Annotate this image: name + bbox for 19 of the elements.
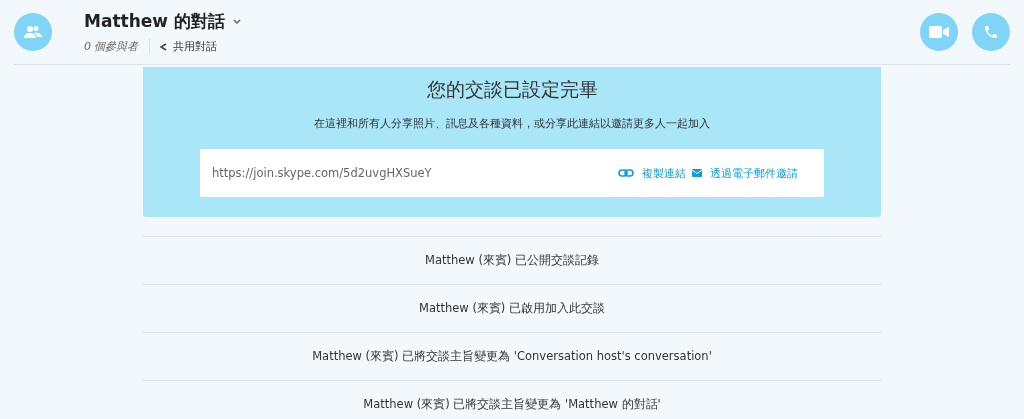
video-camera-icon <box>929 26 949 38</box>
chevron-down-icon <box>232 19 241 24</box>
link-icon <box>618 168 634 178</box>
people-icon <box>24 25 42 39</box>
phone-icon <box>983 24 999 40</box>
participant-count: 0 個參與者 <box>84 39 139 54</box>
banner-title: 您的交談已設定完畢 <box>426 77 598 102</box>
audio-call-button[interactable] <box>972 13 1010 51</box>
event-message: Matthew (來賓) 已公開交談記錄 <box>143 236 881 284</box>
invite-url: https://join.skype.com/5d2uvgHXSueY <box>212 166 433 180</box>
video-call-button[interactable] <box>920 13 958 51</box>
share-conversation-link[interactable]: 共用對話 <box>148 39 217 54</box>
share-icon <box>159 42 167 51</box>
event-message: Matthew (來賓) 已將交談主旨變更為 'Matthew 的對話' <box>143 380 881 419</box>
event-message: Matthew (來賓) 已啟用加入此交談 <box>143 284 881 332</box>
event-message: Matthew (來賓) 已將交談主旨變更為 'Conversation host's conversation' <box>143 332 881 380</box>
conversation-title[interactable]: Matthew 的對話 <box>84 10 920 33</box>
envelope-icon <box>692 169 702 177</box>
banner-description: 在這裡和所有人分享照片、訊息及各種資料，或分享此連結以邀請更多人一起加入 <box>314 116 710 131</box>
